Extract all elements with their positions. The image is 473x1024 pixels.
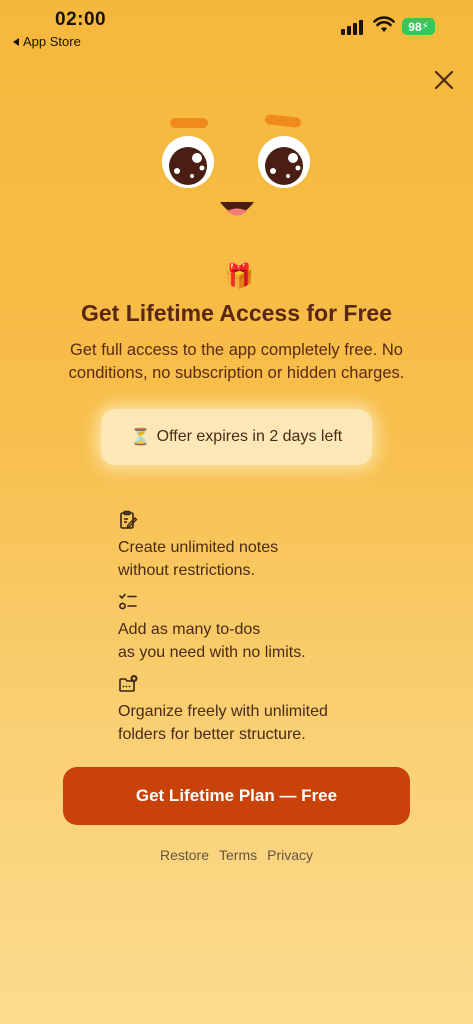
feature-list: Create unlimited notes without restricti… <box>118 510 418 756</box>
left-eye <box>162 136 214 188</box>
battery-indicator: 98 ⚡ <box>402 18 435 35</box>
back-arrow-icon <box>13 37 19 46</box>
page-title: Get Lifetime Access for Free <box>80 300 393 326</box>
close-button[interactable] <box>430 66 458 94</box>
feature-item-todos: Add as many to-dos as you need with no l… <box>118 592 418 674</box>
mouth <box>220 202 254 216</box>
folder-add-icon <box>119 675 138 692</box>
feature-todos-line2: as you need with no limits. <box>118 644 306 661</box>
wifi-icon <box>373 16 395 32</box>
battery-level: 98 <box>408 19 422 34</box>
todo-list-icon <box>119 593 137 610</box>
hourglass-icon: ⏳ <box>130 429 151 446</box>
terms-link[interactable]: Terms <box>219 847 257 863</box>
right-eyebrow <box>265 114 301 128</box>
feature-text-todos: Add as many to-dos as you need with no l… <box>118 618 418 664</box>
feature-folders-line1: Organize freely with unlimited <box>118 703 328 720</box>
left-eyebrow <box>170 118 208 128</box>
get-lifetime-plan-button[interactable]: Get Lifetime Plan — Free <box>63 767 410 825</box>
feature-item-notes: Create unlimited notes without restricti… <box>118 510 418 592</box>
feature-text-folders: Organize freely with unlimited folders f… <box>118 700 418 746</box>
feature-item-folders: Organize freely with unlimited folders f… <box>118 674 418 756</box>
footer-links: Restore Terms Privacy <box>0 847 473 863</box>
back-to-app-store[interactable]: App Store <box>13 34 81 49</box>
gift-icon: 🎁 <box>224 263 254 290</box>
notes-edit-icon <box>120 510 138 529</box>
status-time: 02:00 <box>55 9 107 30</box>
mascot-face-illustration <box>162 114 310 216</box>
feature-folders-line2: folders for better structure. <box>118 726 306 743</box>
restore-link[interactable]: Restore <box>160 847 209 863</box>
offer-expiry-badge: ⏳ Offer expires in 2 days left <box>101 409 372 465</box>
feature-notes-line1: Create unlimited notes <box>118 539 279 556</box>
privacy-link[interactable]: Privacy <box>267 847 313 863</box>
offer-expiry-text: Offer expires in 2 days left <box>156 428 343 445</box>
feature-todos-line1: Add as many to-dos <box>118 621 261 638</box>
status-bar: 02:00 App Store 98 ⚡ <box>0 0 473 56</box>
feature-text-notes: Create unlimited notes without restricti… <box>118 536 418 582</box>
feature-notes-line2: without restrictions. <box>118 562 255 579</box>
right-eye <box>258 136 310 188</box>
cellular-signal-icon <box>341 20 363 35</box>
back-to-app-store-label: App Store <box>23 34 81 49</box>
close-icon <box>434 70 454 90</box>
page-subtitle: Get full access to the app completely fr… <box>68 341 405 382</box>
